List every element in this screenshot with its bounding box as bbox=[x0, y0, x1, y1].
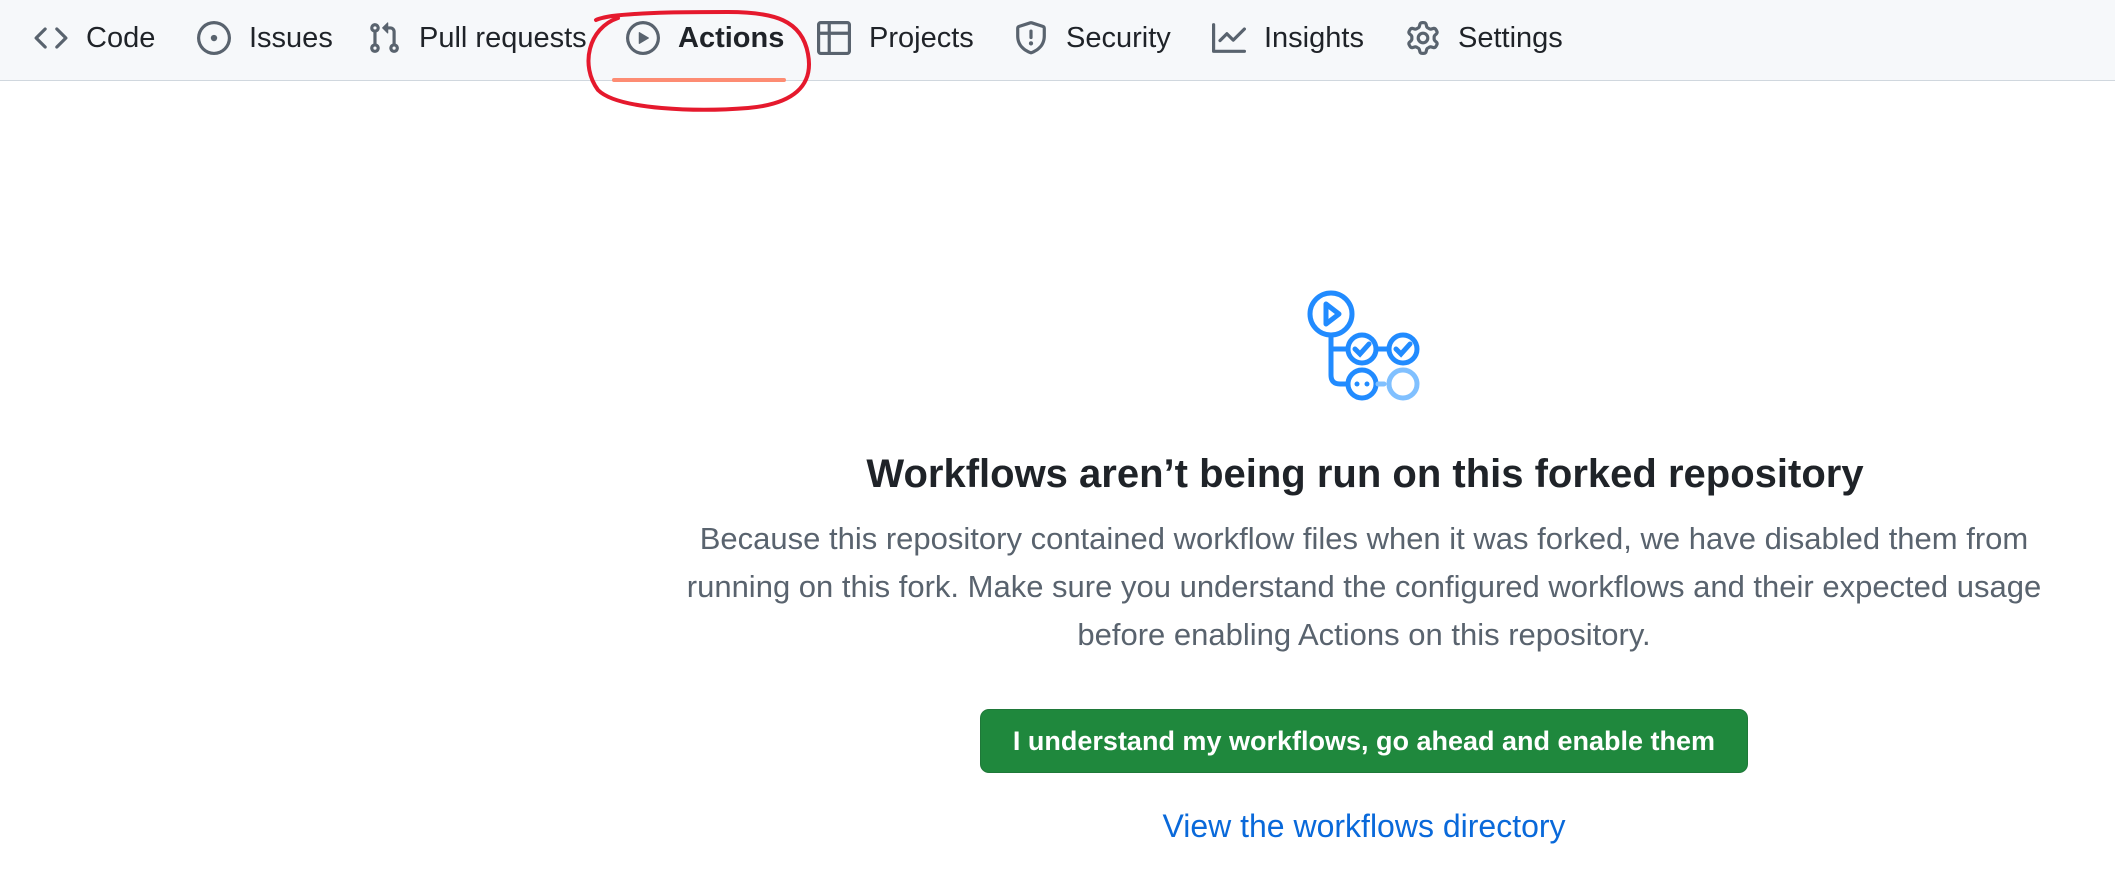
workflow-icon bbox=[1307, 290, 1420, 401]
tab-insights-label: Insights bbox=[1264, 21, 1364, 54]
tab-actions[interactable]: Actions bbox=[626, 0, 784, 76]
tab-issues-label: Issues bbox=[249, 21, 333, 54]
shield-icon bbox=[1014, 21, 1048, 55]
tab-issues[interactable]: Issues bbox=[197, 0, 333, 76]
repo-nav-bar: Code Issues Pull requests Actions Projec… bbox=[0, 0, 2115, 82]
code-icon bbox=[34, 21, 68, 55]
table-icon bbox=[817, 21, 851, 55]
active-tab-underline bbox=[612, 78, 786, 82]
tab-insights[interactable]: Insights bbox=[1212, 0, 1364, 76]
tab-code[interactable]: Code bbox=[34, 0, 155, 76]
enable-workflows-button[interactable]: I understand my workflows, go ahead and … bbox=[980, 709, 1748, 773]
git-pull-request-icon bbox=[367, 21, 401, 55]
issue-opened-icon bbox=[197, 21, 231, 55]
blankslate-description: Because this repository contained workfl… bbox=[686, 521, 2042, 652]
tab-security[interactable]: Security bbox=[1014, 0, 1171, 76]
graph-icon bbox=[1212, 21, 1246, 55]
blankslate-heading: Workflows aren’t being run on this forke… bbox=[866, 452, 1864, 496]
tab-projects-label: Projects bbox=[869, 21, 974, 54]
tab-settings-label: Settings bbox=[1458, 21, 1563, 54]
tab-security-label: Security bbox=[1066, 21, 1171, 54]
tab-pull-requests-label: Pull requests bbox=[419, 21, 587, 54]
blankslate-heading-wrap: Workflows aren’t being run on this forke… bbox=[680, 452, 2050, 497]
tab-actions-label: Actions bbox=[678, 21, 785, 54]
tab-settings[interactable]: Settings bbox=[1406, 0, 1563, 76]
play-icon bbox=[626, 21, 660, 55]
tab-code-label: Code bbox=[86, 21, 156, 54]
gear-icon bbox=[1406, 21, 1440, 55]
tab-pull-requests[interactable]: Pull requests bbox=[367, 0, 587, 76]
tab-projects[interactable]: Projects bbox=[817, 0, 974, 76]
view-workflows-directory-link[interactable]: View the workflows directory bbox=[980, 808, 1748, 845]
